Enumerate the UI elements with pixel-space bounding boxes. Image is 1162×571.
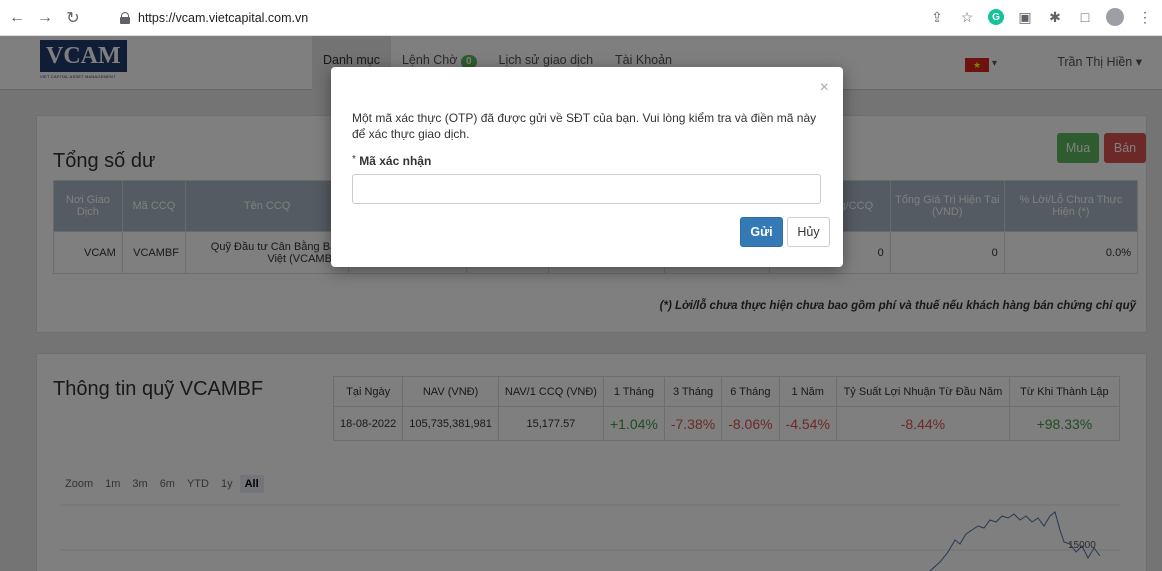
- back-icon[interactable]: ←: [6, 7, 28, 29]
- forward-icon[interactable]: →: [34, 7, 56, 29]
- profile-icon[interactable]: [1106, 8, 1124, 26]
- otp-message: Một mã xác thực (OTP) đã được gửi về SĐT…: [352, 111, 817, 141]
- puzzle-icon[interactable]: ✱: [1046, 8, 1064, 26]
- otp-modal: × Một mã xác thực (OTP) đã được gửi về S…: [331, 67, 843, 267]
- address-bar[interactable]: https://vcam.vietcapital.com.vn: [118, 7, 308, 29]
- sidebar-icon[interactable]: □: [1076, 8, 1094, 26]
- cancel-button[interactable]: Hủy: [787, 217, 830, 247]
- browser-toolbar: ← → ↻ https://vcam.vietcapital.com.vn ⇪ …: [0, 0, 1162, 36]
- star-icon[interactable]: ☆: [958, 8, 976, 26]
- reload-icon[interactable]: ↻: [62, 7, 84, 29]
- url-text: https://vcam.vietcapital.com.vn: [138, 11, 309, 25]
- otp-field-label: * Mã xác nhận: [352, 154, 432, 168]
- lock-icon: [118, 11, 132, 25]
- send-button[interactable]: Gửi: [740, 217, 783, 247]
- extension-icon[interactable]: ▣: [1016, 8, 1034, 26]
- close-icon[interactable]: ×: [820, 79, 829, 97]
- otp-input[interactable]: [352, 174, 821, 204]
- grammarly-icon[interactable]: G: [988, 9, 1004, 25]
- required-mark: *: [352, 154, 356, 165]
- menu-icon[interactable]: ⋮: [1136, 8, 1154, 26]
- share-icon[interactable]: ⇪: [928, 8, 946, 26]
